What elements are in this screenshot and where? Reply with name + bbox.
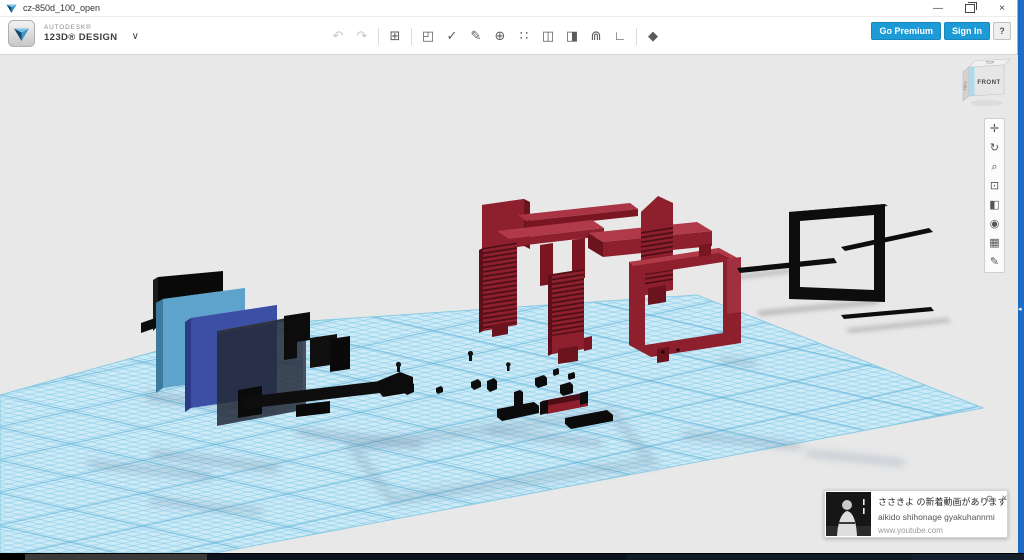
minimize-button[interactable]: — bbox=[927, 1, 949, 16]
taskbar-segment bbox=[25, 554, 207, 560]
notification-subtitle: aikido shihonage gyakuhannmi bbox=[878, 512, 1007, 522]
taskbar[interactable] bbox=[0, 553, 1024, 560]
help-button[interactable]: ? bbox=[993, 22, 1011, 40]
close-button[interactable]: × bbox=[991, 1, 1013, 16]
material-icon[interactable]: ◆ bbox=[645, 28, 661, 44]
sign-in-button[interactable]: Sign In bbox=[944, 22, 990, 40]
taskbar-segment bbox=[0, 554, 25, 560]
scene-svg: TOP FRONT LEFT bbox=[0, 55, 1018, 553]
chevron-down-icon: ∨ bbox=[132, 31, 139, 42]
app-icon bbox=[6, 3, 17, 14]
go-premium-button[interactable]: Go Premium bbox=[871, 22, 941, 40]
combine-icon[interactable]: ◨ bbox=[564, 28, 580, 44]
grid-icon[interactable]: ▦ bbox=[987, 237, 1002, 249]
undo-icon[interactable]: ↶ bbox=[330, 28, 346, 44]
visibility-icon[interactable]: ◉ bbox=[987, 218, 1002, 230]
sketch-icon[interactable]: ✓ bbox=[444, 28, 460, 44]
viewport-3d[interactable]: TOP FRONT LEFT ✛ ↻ ⌕ ⊡ ◧ ◉ ▦ ✎ bbox=[0, 55, 1018, 553]
taskbar-segment bbox=[913, 554, 1024, 560]
viewcube-top-label: TOP bbox=[986, 60, 995, 65]
primitives-icon[interactable]: ◰ bbox=[420, 28, 436, 44]
model-part-red-rib-bracket[interactable] bbox=[641, 196, 673, 305]
redo-icon[interactable]: ↷ bbox=[354, 28, 370, 44]
transform-icon[interactable]: ⊞ bbox=[387, 28, 403, 44]
brand-123d-design: 123D® DESIGN bbox=[44, 33, 118, 43]
restore-button[interactable] bbox=[959, 1, 981, 16]
title-bar: cz-850d_100_open — × bbox=[0, 0, 1017, 17]
app-toolbar: AUTODESK® 123D® DESIGN ∨ ↶ ↷ ⊞ ◰ ✓ ✎ ⊕ ∷ ◫ ◨ ⋒ ∟ ◆ G… bbox=[0, 17, 1017, 55]
toolbar-separator bbox=[636, 28, 637, 45]
construct-icon[interactable]: ✎ bbox=[468, 28, 484, 44]
main-toolbar: ↶ ↷ ⊞ ◰ ✓ ✎ ⊕ ∷ ◫ ◨ ⋒ ∟ ◆ bbox=[330, 22, 661, 50]
window-title: cz-850d_100_open bbox=[23, 3, 100, 13]
orbit-icon[interactable]: ↻ bbox=[987, 142, 1002, 154]
app-logo-icon bbox=[8, 20, 35, 47]
snap-icon[interactable]: ⋒ bbox=[588, 28, 604, 44]
app-window: cz-850d_100_open — × AUTODESK® bbox=[0, 0, 1018, 553]
close-icon[interactable]: × bbox=[1002, 493, 1008, 504]
screen: ◂ cz-850d_100_open — × bbox=[0, 0, 1024, 560]
notification-source: www.youtube.com bbox=[878, 526, 1007, 535]
desktop-edge: ◂ bbox=[1018, 0, 1024, 560]
measure-icon[interactable]: ∟ bbox=[612, 28, 628, 44]
taskbar-segment bbox=[627, 554, 913, 560]
gear-icon[interactable]: ⚙ bbox=[985, 494, 993, 505]
toolbar-separator bbox=[411, 28, 412, 45]
grouping-icon[interactable]: ◫ bbox=[540, 28, 556, 44]
shading-icon[interactable]: ◧ bbox=[987, 199, 1002, 211]
pan-icon[interactable]: ✛ bbox=[987, 123, 1002, 135]
desktop-edge-arrow-icon: ◂ bbox=[1018, 306, 1022, 313]
restore-icon bbox=[965, 4, 975, 13]
brand-autodesk: AUTODESK® bbox=[44, 25, 118, 32]
app-menu-button[interactable]: AUTODESK® 123D® DESIGN ∨ bbox=[8, 20, 139, 47]
sketch-visibility-icon[interactable]: ✎ bbox=[987, 256, 1002, 268]
zoom-icon[interactable]: ⌕ bbox=[987, 161, 1002, 173]
notification-popup[interactable]: ささきよ の新着動画があります aikido shihonage gyakuha… bbox=[824, 490, 1008, 538]
view-nav-toolbar: ✛ ↻ ⌕ ⊡ ◧ ◉ ▦ ✎ bbox=[984, 118, 1005, 273]
notification-thumbnail[interactable] bbox=[826, 492, 871, 536]
fit-icon[interactable]: ⊡ bbox=[987, 180, 1002, 192]
pattern-icon[interactable]: ∷ bbox=[516, 28, 532, 44]
viewcube-front-label: FRONT bbox=[977, 79, 1000, 86]
toolbar-separator bbox=[378, 28, 379, 45]
modify-icon[interactable]: ⊕ bbox=[492, 28, 508, 44]
